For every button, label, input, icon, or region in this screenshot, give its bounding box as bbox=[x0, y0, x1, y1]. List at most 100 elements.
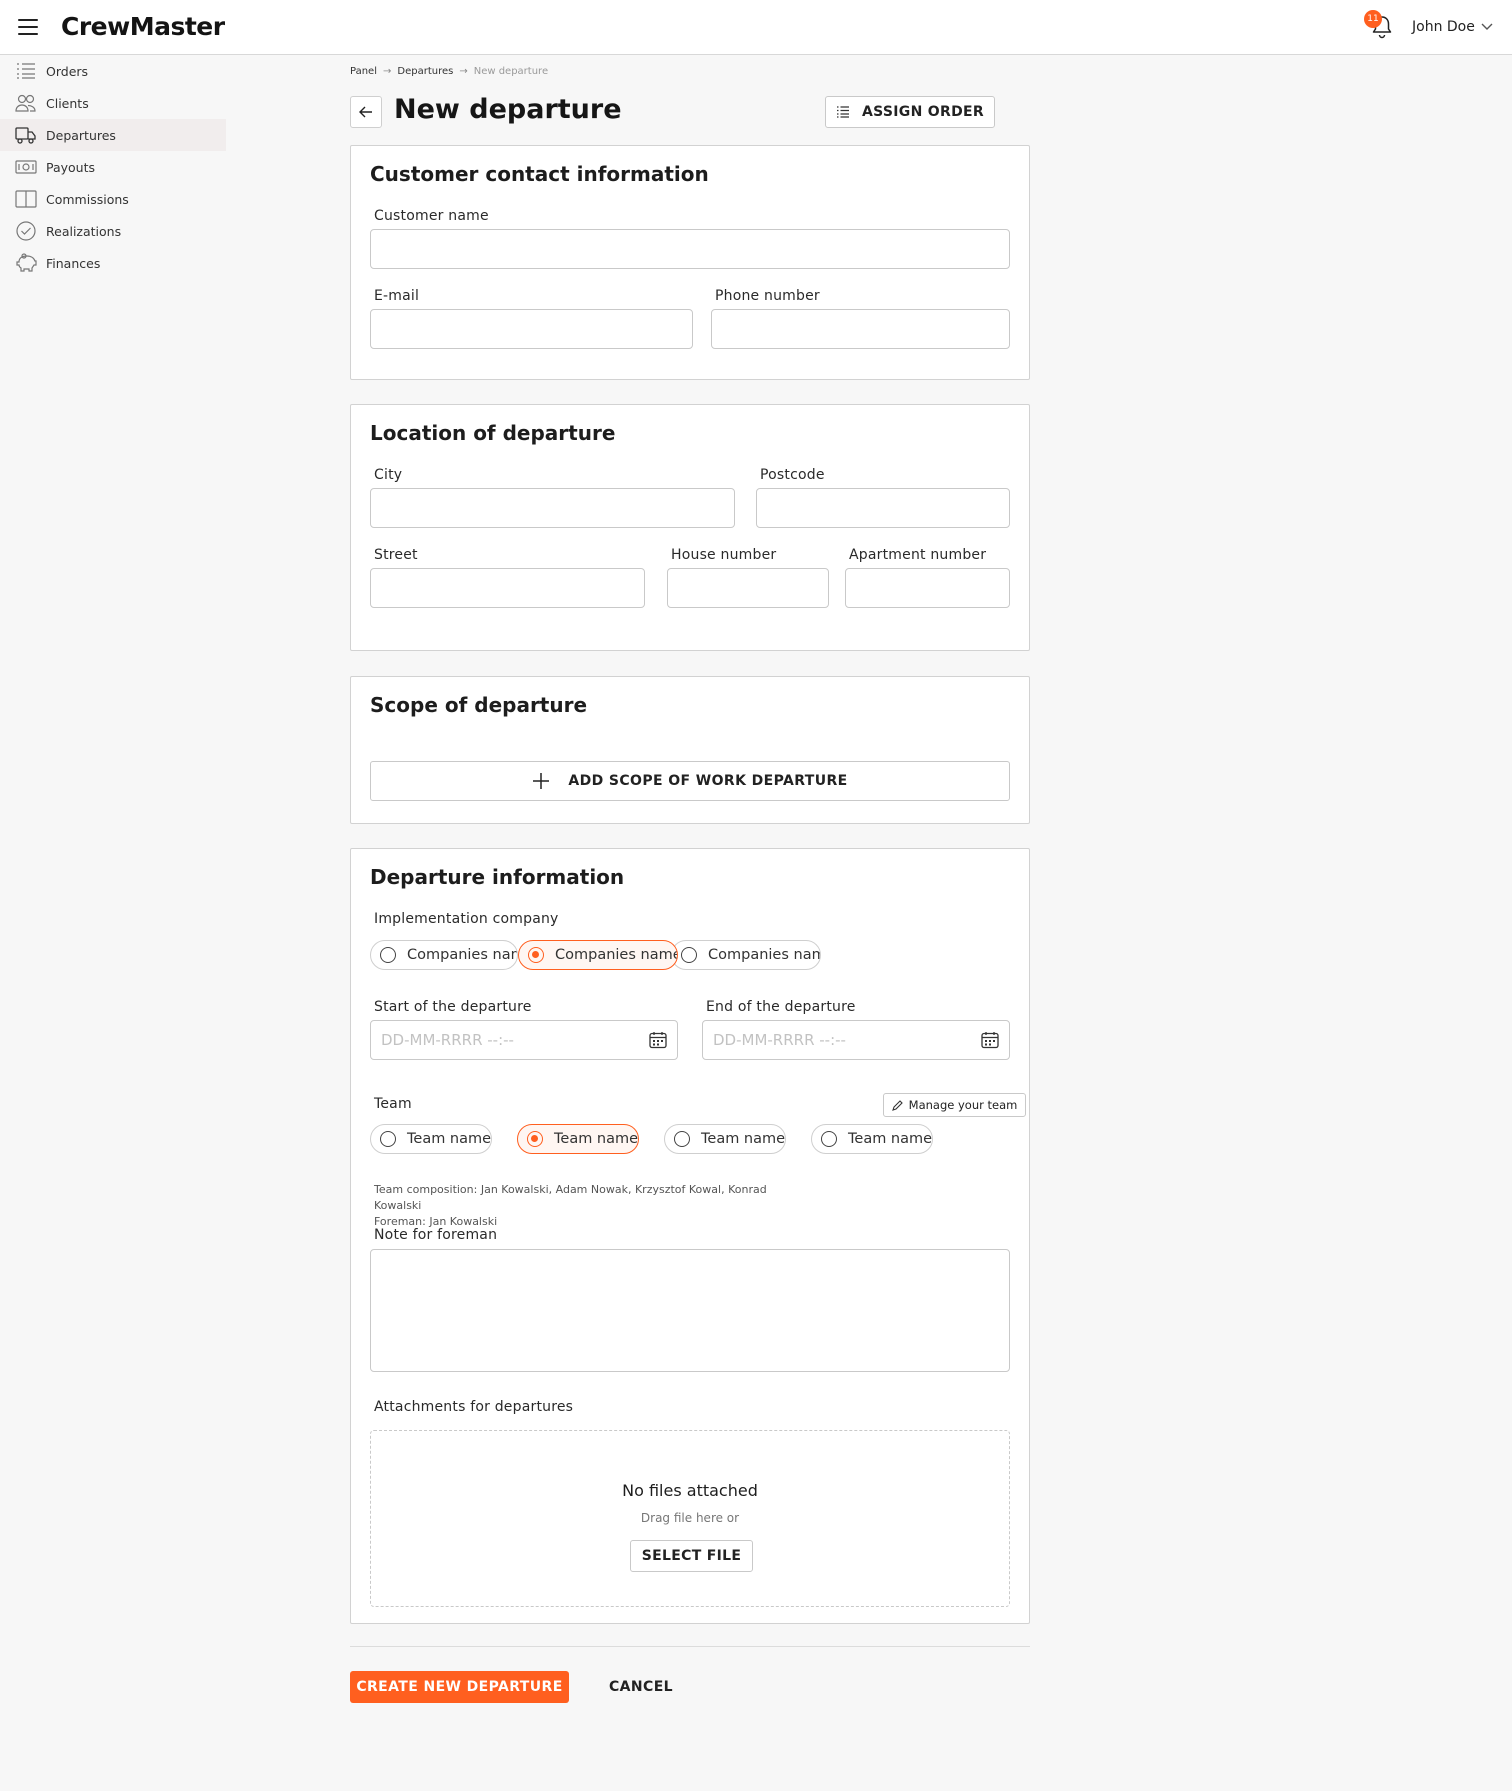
team-radio[interactable]: Team name bbox=[811, 1124, 933, 1154]
postcode-input[interactable] bbox=[756, 488, 1010, 528]
sidebar-item-orders[interactable]: Orders bbox=[0, 55, 226, 87]
team-radio[interactable]: Team name bbox=[664, 1124, 786, 1154]
chevron-down-icon[interactable] bbox=[1481, 23, 1493, 31]
create-departure-button[interactable]: CREATE NEW DEPARTURE bbox=[350, 1671, 569, 1703]
user-menu[interactable]: John Doe bbox=[1412, 19, 1475, 35]
email-label: E-mail bbox=[374, 288, 420, 304]
sidebar-item-label: Orders bbox=[46, 63, 89, 79]
start-date-input[interactable]: DD-MM-RRRR --:-- bbox=[370, 1020, 678, 1060]
radio-label: Team name bbox=[701, 1131, 786, 1147]
team-info: Team composition: Jan Kowalski, Adam Now… bbox=[374, 1182, 814, 1230]
scope-card: Scope of departure ADD SCOPE OF WORK DEP… bbox=[350, 676, 1030, 824]
radio-circle-icon bbox=[674, 1131, 690, 1147]
radio-circle-icon bbox=[380, 947, 396, 963]
manage-team-button[interactable]: Manage your team bbox=[883, 1093, 1026, 1117]
radio-label: Companies name bbox=[555, 947, 678, 963]
no-files-text: No files attached bbox=[622, 1481, 758, 1500]
top-bar: CrewMaster 11 John Doe bbox=[0, 0, 1512, 55]
card-title: Departure information bbox=[370, 865, 625, 889]
house-number-input[interactable] bbox=[667, 568, 829, 608]
radio-selected-icon bbox=[528, 947, 544, 963]
team-radio[interactable]: Team name bbox=[370, 1124, 492, 1154]
card-title: Scope of departure bbox=[370, 693, 588, 717]
sidebar-item-payouts[interactable]: Payouts bbox=[0, 151, 226, 183]
company-label: Implementation company bbox=[374, 911, 559, 927]
pencil-icon bbox=[891, 1099, 903, 1111]
cancel-button[interactable]: CANCEL bbox=[596, 1671, 686, 1703]
house-number-label: House number bbox=[671, 547, 777, 563]
team-radio-selected[interactable]: Team name bbox=[517, 1124, 639, 1154]
customer-name-input[interactable] bbox=[370, 229, 1010, 269]
file-dropzone[interactable]: No files attached Drag file here or SELE… bbox=[370, 1430, 1010, 1607]
sidebar-item-label: Finances bbox=[46, 255, 101, 271]
book-icon bbox=[15, 189, 37, 209]
add-scope-label: ADD SCOPE OF WORK DEPARTURE bbox=[568, 773, 848, 789]
company-radio[interactable]: Companies name bbox=[370, 940, 518, 970]
app-logo[interactable]: CrewMaster bbox=[61, 12, 225, 41]
note-textarea[interactable] bbox=[370, 1249, 1010, 1372]
piggy-bank-icon bbox=[15, 253, 37, 273]
note-label: Note for foreman bbox=[374, 1227, 498, 1243]
sidebar-item-label: Realizations bbox=[46, 223, 122, 239]
sidebar-item-commissions[interactable]: Commissions bbox=[0, 183, 226, 215]
customer-contact-card: Customer contact information Customer na… bbox=[350, 145, 1030, 380]
breadcrumb-item-panel[interactable]: Panel bbox=[350, 66, 377, 77]
calendar-icon[interactable] bbox=[981, 1031, 999, 1049]
radio-label: Companies name bbox=[407, 947, 517, 963]
company-radio[interactable]: Companies name bbox=[671, 940, 821, 970]
select-file-button[interactable]: SELECT FILE bbox=[630, 1540, 753, 1572]
breadcrumb: Panel → Departures → New departure bbox=[350, 66, 548, 77]
divider bbox=[350, 1646, 1030, 1647]
assign-order-label: ASSIGN ORDER bbox=[862, 104, 984, 120]
date-placeholder: DD-MM-RRRR --:-- bbox=[713, 1031, 846, 1049]
breadcrumb-item-departures[interactable]: Departures bbox=[397, 66, 453, 77]
add-scope-button[interactable]: ADD SCOPE OF WORK DEPARTURE bbox=[370, 761, 1010, 801]
page-title: New departure bbox=[394, 94, 622, 125]
sidebar: Orders Clients Departures Payouts Commis… bbox=[0, 55, 226, 279]
hamburger-menu-icon[interactable] bbox=[18, 19, 38, 35]
truck-icon bbox=[15, 125, 37, 145]
users-icon bbox=[15, 93, 37, 113]
sidebar-item-clients[interactable]: Clients bbox=[0, 87, 226, 119]
start-date-label: Start of the departure bbox=[374, 999, 532, 1015]
radio-label: Team name bbox=[554, 1131, 639, 1147]
arrow-left-icon bbox=[359, 106, 372, 118]
radio-circle-icon bbox=[380, 1131, 396, 1147]
check-circle-icon bbox=[15, 221, 37, 241]
sidebar-item-label: Payouts bbox=[46, 159, 96, 175]
list-icon bbox=[837, 106, 850, 118]
street-input[interactable] bbox=[370, 568, 645, 608]
end-date-input[interactable]: DD-MM-RRRR --:-- bbox=[702, 1020, 1010, 1060]
email-input[interactable] bbox=[370, 309, 693, 349]
breadcrumb-item-current: New departure bbox=[473, 66, 549, 77]
money-icon bbox=[15, 157, 37, 177]
apartment-number-label: Apartment number bbox=[849, 547, 987, 563]
street-label: Street bbox=[374, 547, 418, 563]
attachments-label: Attachments for departures bbox=[374, 1399, 574, 1415]
sidebar-item-finances[interactable]: Finances bbox=[0, 247, 226, 279]
sidebar-item-realizations[interactable]: Realizations bbox=[0, 215, 226, 247]
sidebar-item-label: Clients bbox=[46, 95, 89, 111]
location-card: Location of departure City Postcode Stre… bbox=[350, 404, 1030, 651]
phone-input[interactable] bbox=[711, 309, 1010, 349]
manage-team-label: Manage your team bbox=[908, 1098, 1018, 1112]
calendar-icon[interactable] bbox=[649, 1031, 667, 1049]
city-input[interactable] bbox=[370, 488, 735, 528]
city-label: City bbox=[374, 467, 403, 483]
company-radio-selected[interactable]: Companies name bbox=[518, 940, 678, 970]
back-button[interactable] bbox=[350, 96, 382, 128]
sidebar-item-label: Commissions bbox=[46, 191, 129, 207]
card-title: Location of departure bbox=[370, 421, 616, 445]
assign-order-button[interactable]: ASSIGN ORDER bbox=[825, 96, 995, 128]
sidebar-item-label: Departures bbox=[46, 127, 116, 143]
arrow-right-icon: → bbox=[382, 66, 392, 77]
postcode-label: Postcode bbox=[760, 467, 825, 483]
radio-circle-icon bbox=[681, 947, 697, 963]
phone-label: Phone number bbox=[715, 288, 820, 304]
apartment-number-input[interactable] bbox=[845, 568, 1010, 608]
customer-name-label: Customer name bbox=[374, 208, 489, 224]
radio-label: Team name bbox=[848, 1131, 933, 1147]
departure-info-card: Departure information Implementation com… bbox=[350, 848, 1030, 1624]
sidebar-item-departures[interactable]: Departures bbox=[0, 119, 226, 151]
team-composition-text: Team composition: Jan Kowalski, Adam Now… bbox=[374, 1183, 767, 1212]
